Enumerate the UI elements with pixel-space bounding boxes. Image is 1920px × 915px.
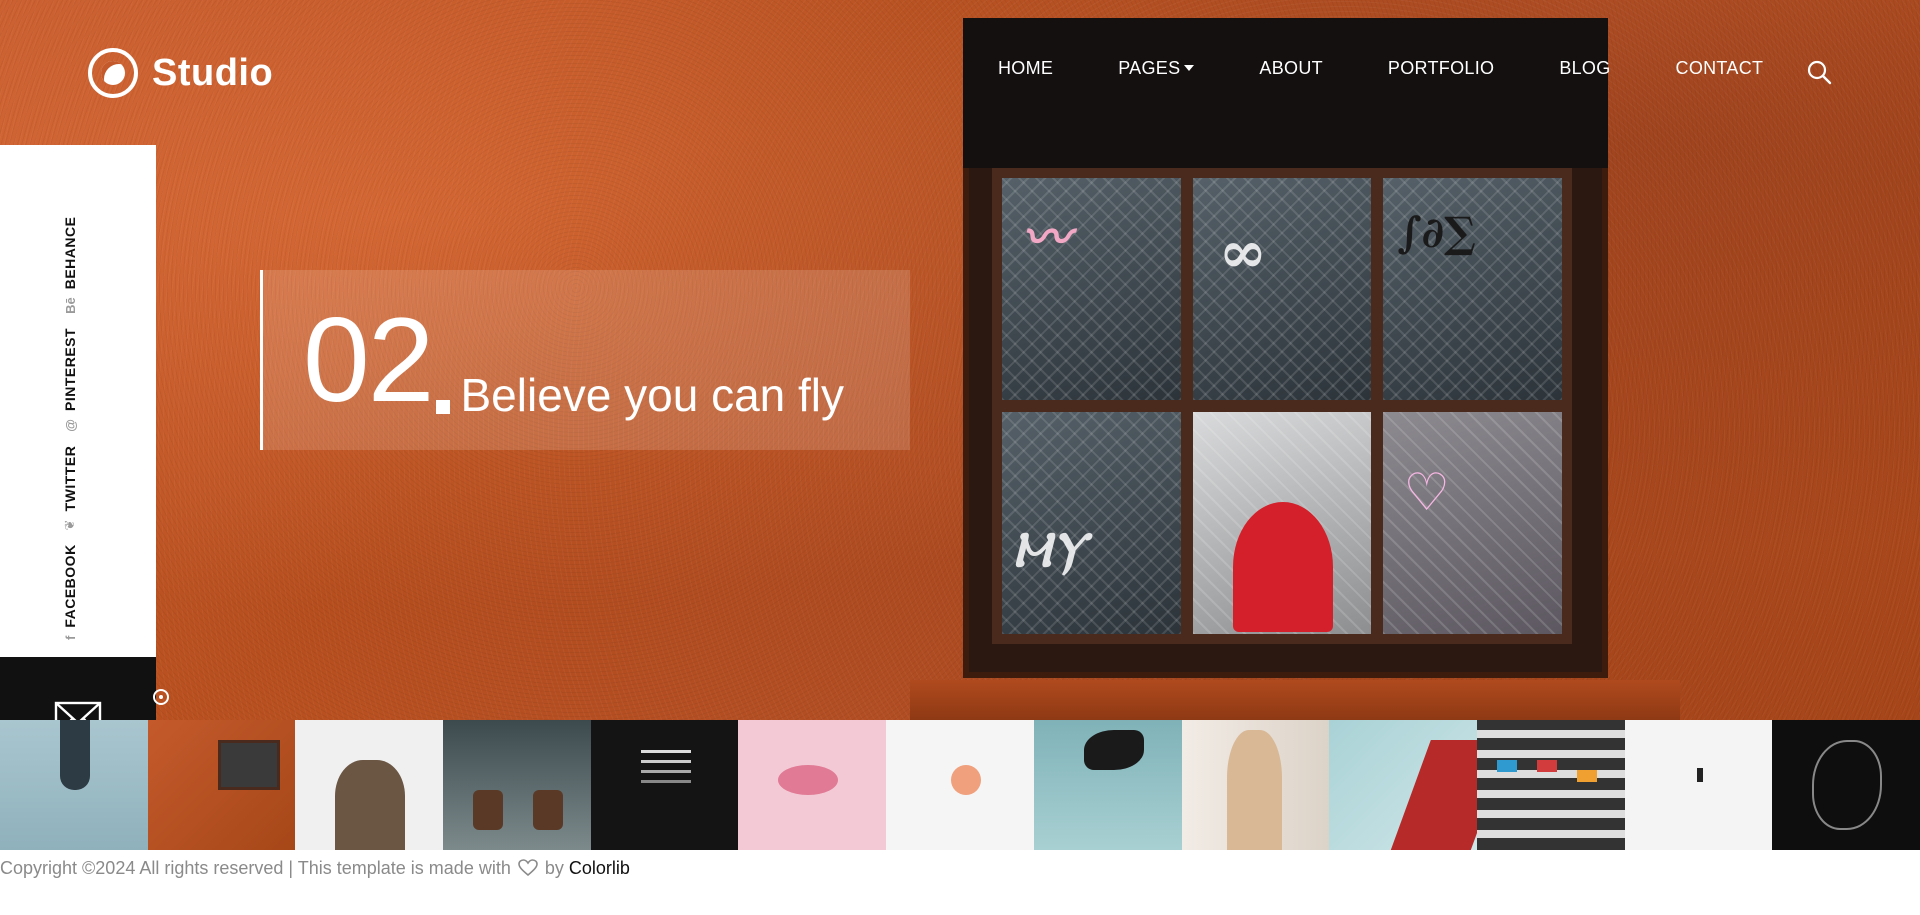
footer-copyright: Copyright ©2024 All rights reserved | Th… <box>0 858 630 879</box>
social-behance[interactable]: Bē BEHANCE <box>62 217 78 314</box>
facebook-icon: f <box>62 635 78 640</box>
window-pane: ∞ <box>1192 178 1372 400</box>
window-pane <box>1192 412 1372 634</box>
social-twitter[interactable]: ❦ TWITTER <box>62 446 78 531</box>
thumbnail[interactable] <box>1772 720 1920 850</box>
thumbnail[interactable] <box>147 720 296 850</box>
social-facebook[interactable]: f FACEBOOK <box>62 544 78 640</box>
nav-pages-label: PAGES <box>1118 58 1181 78</box>
thumbnail[interactable] <box>1329 720 1477 850</box>
thumbnail[interactable] <box>1624 720 1773 850</box>
nav-portfolio[interactable]: PORTFOLIO <box>1388 58 1494 79</box>
slide-number: 02 <box>303 293 434 427</box>
hero-window-panes: 〰 ∞ ∫∂∑ ⲘⲨ ♡ <box>992 168 1572 644</box>
social-links: f FACEBOOK ❦ TWITTER @ PINTEREST Bē BEHA… <box>62 217 78 640</box>
thumbnail[interactable] <box>295 720 444 850</box>
window-pane: ∫∂∑ <box>1383 178 1562 400</box>
slide-caption-text: Believe you can fly <box>460 369 845 421</box>
brand-name: Studio <box>152 51 274 94</box>
social-twitter-label: TWITTER <box>62 445 78 512</box>
hero-window-sill <box>910 680 1680 720</box>
slide-caption: 02 Believe you can fly <box>260 270 910 450</box>
social-behance-label: BEHANCE <box>62 216 78 290</box>
twitter-icon: ❦ <box>62 519 77 531</box>
social-pinterest-label: PINTEREST <box>62 327 78 411</box>
slide-number-dot <box>436 400 451 414</box>
thumbnail[interactable] <box>1476 720 1625 850</box>
caret-down-icon <box>1184 65 1195 71</box>
logo-mark-icon <box>88 48 138 98</box>
hero-window-top <box>963 18 1608 168</box>
heart-icon <box>518 859 538 877</box>
thumbnail[interactable] <box>1033 720 1182 850</box>
social-sidebar <box>0 145 156 657</box>
red-sign-shape <box>1232 502 1333 632</box>
window-pane: 〰 <box>1002 178 1181 400</box>
window-pane: ♡ <box>1383 412 1562 634</box>
thumbnail[interactable] <box>0 720 148 850</box>
social-facebook-label: FACEBOOK <box>62 544 78 628</box>
thumbnail[interactable] <box>1181 720 1330 850</box>
nav-blog[interactable]: BLOG <box>1559 58 1610 79</box>
pinterest-icon: @ <box>62 419 78 432</box>
copyright-by: by <box>544 858 564 878</box>
thumbnail[interactable] <box>590 720 739 850</box>
window-pane: ⲘⲨ <box>1002 412 1181 634</box>
nav-about[interactable]: ABOUT <box>1259 58 1323 79</box>
main-nav: HOME PAGES ABOUT PORTFOLIO BLOG CONTACT <box>998 58 1763 79</box>
nav-contact[interactable]: CONTACT <box>1676 58 1764 79</box>
behance-icon: Bē <box>62 297 78 314</box>
colorlib-link[interactable]: Colorlib <box>569 858 630 878</box>
social-pinterest[interactable]: @ PINTEREST <box>62 328 78 432</box>
scroll-indicator-icon[interactable] <box>153 689 169 705</box>
nav-home[interactable]: HOME <box>998 58 1053 79</box>
thumbnail[interactable] <box>886 720 1034 850</box>
brand-logo[interactable]: Studio <box>88 48 273 98</box>
thumbnail-strip <box>0 720 1920 850</box>
thumbnail[interactable] <box>738 720 887 850</box>
copyright-text: Copyright ©2024 All rights reserved | Th… <box>0 858 511 878</box>
search-icon[interactable] <box>1806 59 1832 85</box>
nav-pages[interactable]: PAGES <box>1118 58 1195 79</box>
thumbnail[interactable] <box>443 720 591 850</box>
